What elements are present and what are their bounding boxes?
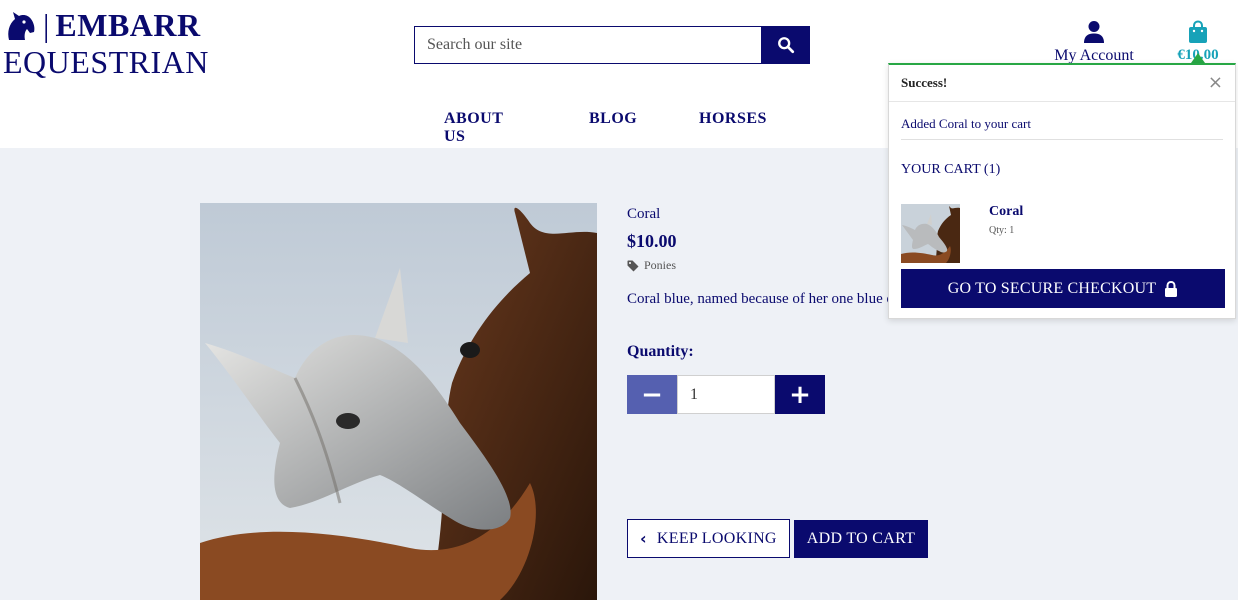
search-form — [414, 26, 810, 64]
keep-looking-label: KEEP LOOKING — [656, 529, 777, 547]
search-input[interactable] — [414, 26, 761, 64]
minus-icon: − — [641, 379, 663, 410]
user-icon — [1084, 21, 1104, 43]
toast-cart-item: Coral Qty: 1 — [901, 204, 1223, 263]
plus-icon: + — [789, 379, 811, 410]
toast-title: Success! — [901, 75, 948, 90]
lock-icon — [1165, 280, 1178, 297]
tag-icon — [627, 260, 639, 271]
quantity-input[interactable] — [677, 375, 775, 414]
toast-item-thumbnail — [901, 204, 960, 263]
product-actions: ‹ KEEP LOOKING ADD TO CART — [627, 519, 929, 558]
increment-quantity-button[interactable]: + — [775, 375, 825, 414]
my-account-label: My Account — [1054, 47, 1134, 64]
toast-item-qty: Qty: 1 — [989, 225, 1015, 236]
toast-item-name: Coral — [989, 204, 1024, 219]
close-icon[interactable]: × — [1208, 74, 1223, 92]
toast-message: Added Coral to your cart — [901, 102, 1223, 140]
product-image — [200, 203, 597, 600]
secure-checkout-button[interactable]: GO TO SECURE CHECKOUT — [901, 269, 1225, 308]
toast-header: Success! × — [889, 65, 1235, 102]
checkout-label: GO TO SECURE CHECKOUT — [947, 279, 1157, 297]
add-to-cart-button[interactable]: ADD TO CART — [793, 520, 929, 558]
nav-item-blog[interactable]: BLOG — [589, 110, 637, 128]
nav-item-horses[interactable]: HORSES — [699, 110, 767, 128]
horse-head-icon — [8, 12, 35, 40]
keep-looking-button[interactable]: ‹ KEEP LOOKING — [627, 519, 790, 558]
logo-line-1: | EMBARR — [3, 6, 209, 44]
logo-name-primary: EMBARR — [55, 7, 201, 43]
search-icon — [777, 37, 794, 54]
logo-name-secondary: EQUESTRIAN — [3, 44, 209, 80]
quantity-stepper: − + — [627, 375, 1227, 414]
shopping-bag-icon — [1189, 20, 1207, 43]
nav-item-about-us[interactable]: ABOUT US — [444, 110, 503, 146]
success-toast: Success! × Added Coral to your cart YOUR… — [888, 63, 1236, 319]
search-button[interactable] — [761, 26, 810, 64]
quantity-label: Quantity: — [627, 343, 694, 360]
toast-arrow — [1191, 53, 1205, 63]
decrement-quantity-button[interactable]: − — [627, 375, 677, 414]
my-account-link[interactable]: My Account — [1050, 20, 1138, 65]
logo-separator: | — [43, 7, 50, 43]
chevron-left-icon: ‹ — [640, 529, 647, 548]
site-logo[interactable]: | EMBARR EQUESTRIAN — [3, 6, 209, 80]
product-category-label: Ponies — [644, 258, 677, 272]
toast-item-info: Coral Qty: 1 — [989, 204, 1023, 263]
toast-cart-heading: YOUR CART (1) — [901, 162, 1001, 177]
